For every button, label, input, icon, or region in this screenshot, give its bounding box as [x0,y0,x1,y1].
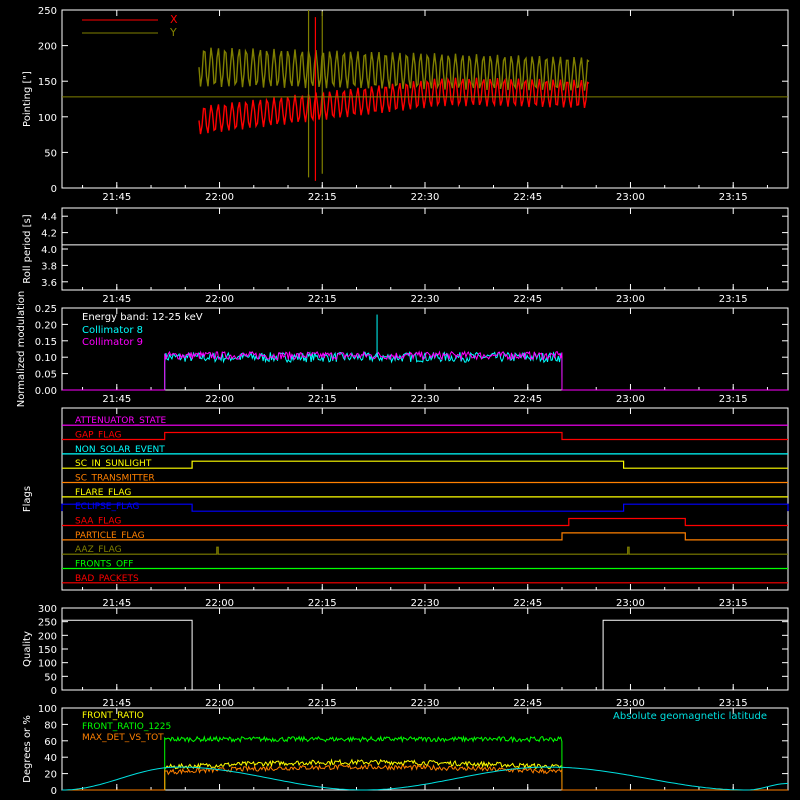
y-tick-label: 0.20 [35,320,57,331]
y-tick-label: 50 [44,148,57,159]
x-tick-label: 22:30 [411,294,440,305]
x-tick-label: 23:15 [719,394,748,405]
y-tick-label: 0.05 [35,370,57,381]
y-tick-label: 4.0 [41,245,57,256]
legend-label: Y [169,26,177,39]
x-tick-label: 23:00 [616,394,645,405]
flag-label: SC_TRANSMITTER [75,474,155,484]
hessi-observing-summary-figure: 21:45 22:00 22:15 22:30 22:45 23:00 23:15 0 50 10… [0,0,800,800]
y-axis-label: Quality [22,631,33,667]
x-tick-label: 23:15 [719,294,748,305]
y-tick-label: 4.2 [41,229,57,240]
y-tick-label: 0.00 [35,386,57,397]
energy-band-annotation: Energy band: 12-25 keV [82,312,203,323]
x-tick-label: 22:00 [205,698,234,709]
legend-label: Collimator 9 [82,337,143,348]
y-tick-label: 3.8 [41,261,57,272]
legend-label: FRONT_RATIO_1225 [82,722,171,732]
x-tick-label: 22:45 [513,394,542,405]
flag-label: PARTICLE_FLAG [75,531,145,541]
x-tick-label: 21:45 [102,192,131,203]
flag-label: GAP_FLAG [75,431,121,441]
x-tick-label: 21:45 [102,394,131,405]
x-tick-label: 21:45 [102,294,131,305]
legend-label: MAX_DET_VS_TOT [82,733,164,743]
y-tick-label: 4.4 [41,212,57,223]
x-tick-label: 22:00 [205,192,234,203]
y-tick-label: 0.15 [35,337,57,348]
y-tick-label: 250 [38,6,57,17]
flag-label: SAA_FLAG [75,517,121,527]
y-tick-label: 40 [44,753,57,764]
y-tick-label: 200 [38,631,57,642]
y-tick-label: 200 [38,42,57,53]
x-tick-label: 23:00 [616,192,645,203]
legend-label: X [170,13,178,26]
x-tick-label: 23:15 [719,598,748,609]
y-tick-label: 20 [44,770,57,781]
y-tick-label: 50 [44,672,57,683]
y-tick-label: 0.25 [35,304,57,315]
x-tick-label: 22:15 [308,394,337,405]
y-tick-label: 150 [38,645,57,656]
y-axis-label: Flags [22,486,33,512]
flag-label: SC_IN_SUNLIGHT [75,459,152,469]
legend-label: Absolute geomagnetic latitude [613,711,767,722]
y-tick-label: 100 [38,113,57,124]
y-axis-label: Normalized modulation [16,291,27,408]
y-tick-label: 0 [51,184,57,195]
x-tick-label: 23:15 [719,698,748,709]
y-tick-label: 0.10 [35,353,57,364]
x-tick-label: 22:30 [411,698,440,709]
flag-label: NON_SOLAR_EVENT [75,445,165,455]
y-tick-label: 100 [38,704,57,715]
x-tick-label: 22:00 [205,394,234,405]
legend-label: Collimator 8 [82,325,143,336]
x-tick-label: 22:45 [513,698,542,709]
x-tick-label: 23:00 [616,598,645,609]
y-tick-label: 3.6 [41,278,57,289]
flag-label: FRONTS_OFF [75,560,133,570]
x-tick-label: 23:00 [616,698,645,709]
x-tick-label: 23:00 [616,294,645,305]
x-tick-label: 22:00 [205,294,234,305]
x-tick-label: 22:45 [513,192,542,203]
y-tick-label: 0 [51,786,57,797]
x-tick-label: 23:15 [719,192,748,203]
x-tick-label: 21:45 [102,698,131,709]
x-tick-label: 22:30 [411,192,440,203]
y-tick-label: 150 [38,77,57,88]
x-tick-label: 22:15 [308,698,337,709]
x-tick-label: 22:15 [308,294,337,305]
y-axis-label: Pointing ["] [22,71,33,127]
flag-label: AAZ_FLAG [75,545,122,555]
x-tick-label: 22:15 [308,192,337,203]
x-tick-label: 21:45 [102,598,131,609]
y-axis-label: Roll period [s] [22,214,33,283]
flag-label: ATTENUATOR_STATE [75,416,167,426]
x-tick-label: 22:15 [308,598,337,609]
y-axis-label: Degrees or % [22,715,33,783]
flag-label: BAD_PACKETS [75,574,139,584]
flag-label: FLARE_FLAG [75,488,131,498]
x-tick-label: 22:30 [411,394,440,405]
y-tick-label: 0 [51,686,57,697]
legend-label: FRONT_RATIO [82,711,144,721]
x-tick-label: 22:00 [205,598,234,609]
x-tick-label: 22:45 [513,294,542,305]
y-tick-label: 80 [44,720,57,731]
flag-label: ECLIPSE_FLAG [75,502,139,512]
y-tick-label: 300 [38,604,57,615]
y-tick-label: 250 [38,618,57,629]
x-tick-label: 22:45 [513,598,542,609]
y-tick-label: 60 [44,737,57,748]
x-tick-label: 22:30 [411,598,440,609]
y-tick-label: 100 [38,659,57,670]
